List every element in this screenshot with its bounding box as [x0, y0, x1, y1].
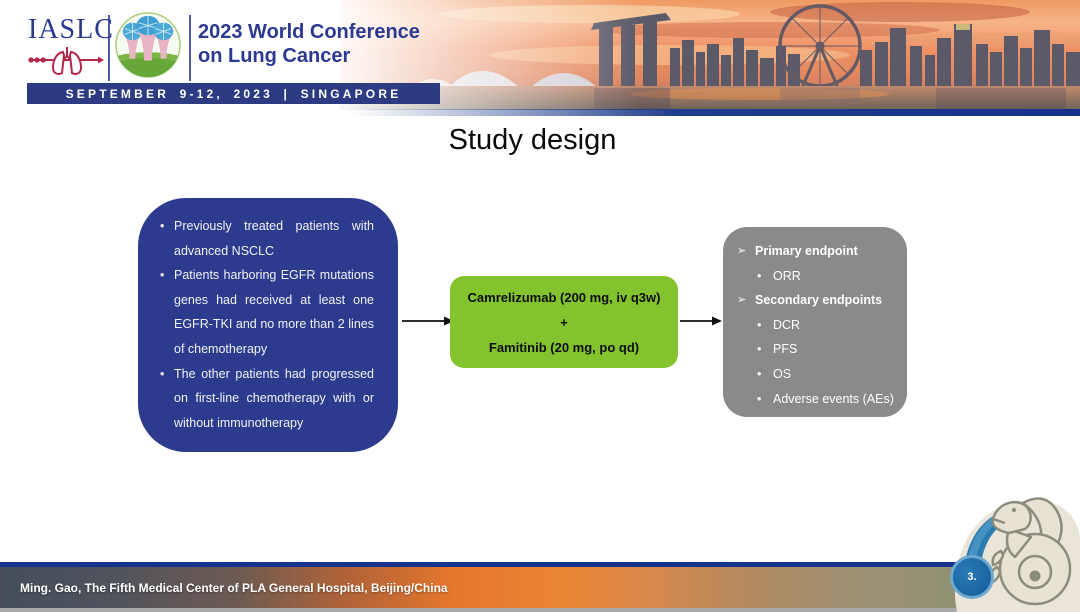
criteria-text: Patients harboring EGFR mutations genes …: [174, 268, 374, 356]
primary-endpoint-header: ➢ Primary endpoint: [737, 239, 897, 264]
inclusion-criteria-list: • Previously treated patients with advan…: [158, 214, 374, 435]
endpoint-item: • PFS: [737, 337, 897, 362]
conference-title-line2: on Lung Cancer: [198, 45, 350, 67]
list-item: • Previously treated patients with advan…: [158, 214, 374, 263]
slide: IASLC: [0, 0, 1080, 612]
bullet-icon: •: [160, 263, 164, 288]
footer-strip: Ming. Gao, The Fifth Medical Center of P…: [0, 567, 1080, 608]
singapore-skyline-photo: [340, 0, 1080, 110]
bullet-icon: •: [757, 313, 761, 338]
criteria-text: Previously treated patients with advance…: [174, 219, 374, 258]
header-divider-line: [350, 109, 1080, 116]
list-item: • The other patients had progressed on f…: [158, 362, 374, 436]
endpoint-item: • Adverse events (AEs): [737, 387, 897, 412]
bullet-icon: •: [757, 337, 761, 362]
page-title: Study design: [0, 124, 1065, 157]
criteria-text: The other patients had progressed on fir…: [174, 367, 374, 430]
conference-title-line1: 2023 World Conference: [198, 21, 420, 43]
logo-divider: [108, 15, 110, 81]
endpoint-item: • ORR: [737, 264, 897, 289]
inclusion-criteria-box: • Previously treated patients with advan…: [138, 198, 398, 452]
plus-sign: +: [560, 310, 568, 335]
author-credit: Ming. Gao, The Fifth Medical Center of P…: [20, 581, 448, 595]
conference-title: 2023 World Conference on Lung Cancer: [198, 20, 420, 68]
chevron-bullet-icon: ➢: [737, 239, 746, 264]
secondary-endpoints-header: ➢ Secondary endpoints: [737, 288, 897, 313]
supertrees-logo: [115, 12, 181, 78]
treatment-box: Camrelizumab (200 mg, iv q3w) + Famitini…: [450, 276, 678, 368]
bullet-icon: •: [160, 362, 164, 387]
bullet-icon: •: [757, 387, 761, 412]
footer-gray-line: [0, 608, 1080, 612]
endpoint-item: • OS: [737, 362, 897, 387]
endpoint-item: • DCR: [737, 313, 897, 338]
treatment-line1: Camrelizumab (200 mg, iv q3w): [468, 285, 661, 310]
page-number: 3.: [950, 555, 994, 599]
list-item: • Patients harboring EGFR mutations gene…: [158, 263, 374, 361]
treatment-line2: Famitinib (20 mg, po qd): [489, 335, 639, 360]
flow-arrow-icon: [680, 315, 722, 327]
iaslc-wordmark: IASLC: [28, 14, 114, 46]
bullet-icon: •: [757, 362, 761, 387]
iaslc-lungs-icon: [28, 44, 104, 78]
flow-arrow-icon: [402, 315, 454, 327]
chevron-bullet-icon: ➢: [737, 288, 746, 313]
logo-divider: [189, 15, 191, 81]
bullet-icon: •: [757, 264, 761, 289]
date-location-banner: SEPTEMBER 9-12, 2023 | SINGAPORE: [27, 83, 440, 104]
endpoints-box: ➢ Primary endpoint • ORR ➢ Secondary end…: [723, 227, 907, 417]
bullet-icon: •: [160, 214, 164, 239]
